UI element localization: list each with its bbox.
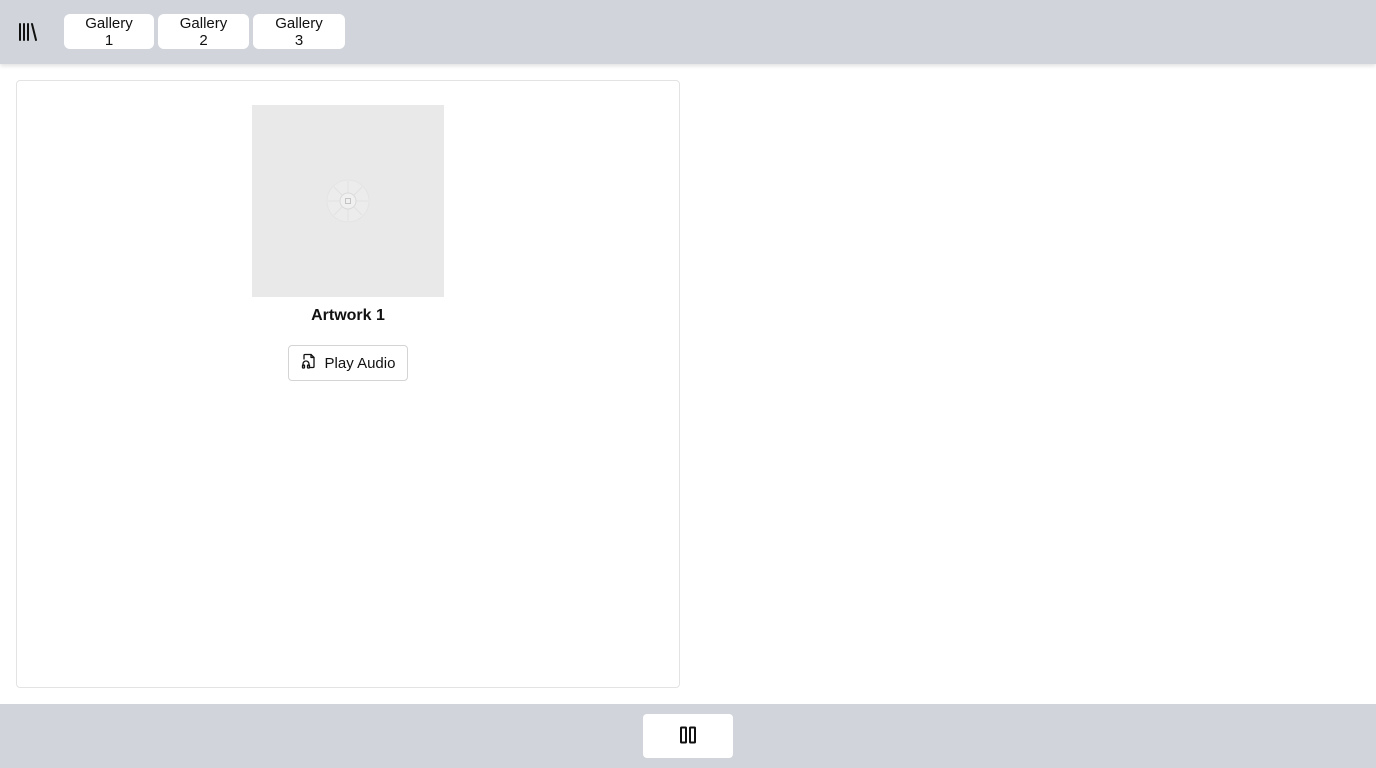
pause-button[interactable] — [643, 714, 733, 758]
artwork-title: Artwork 1 — [311, 307, 385, 324]
audio-player-bar — [0, 704, 1376, 768]
tab-gallery-2[interactable]: Gallery 2 — [158, 14, 249, 49]
artwork-image — [252, 105, 444, 297]
play-audio-label: Play Audio — [324, 354, 396, 372]
image-placeholder-icon — [326, 179, 370, 223]
pause-icon — [679, 726, 697, 747]
tab-gallery-1[interactable]: Gallery 1 — [64, 14, 154, 49]
gallery-tabs: Gallery 1 Gallery 2 Gallery 3 — [64, 14, 345, 49]
artwork-card: Artwork 1 Play Audio — [16, 80, 680, 688]
top-navigation-bar: Gallery 1 Gallery 2 Gallery 3 — [0, 0, 1376, 64]
play-audio-button[interactable]: Play Audio — [288, 345, 408, 381]
audio-file-icon — [301, 353, 317, 373]
tab-gallery-3[interactable]: Gallery 3 — [253, 14, 345, 49]
library-icon[interactable] — [16, 20, 40, 44]
